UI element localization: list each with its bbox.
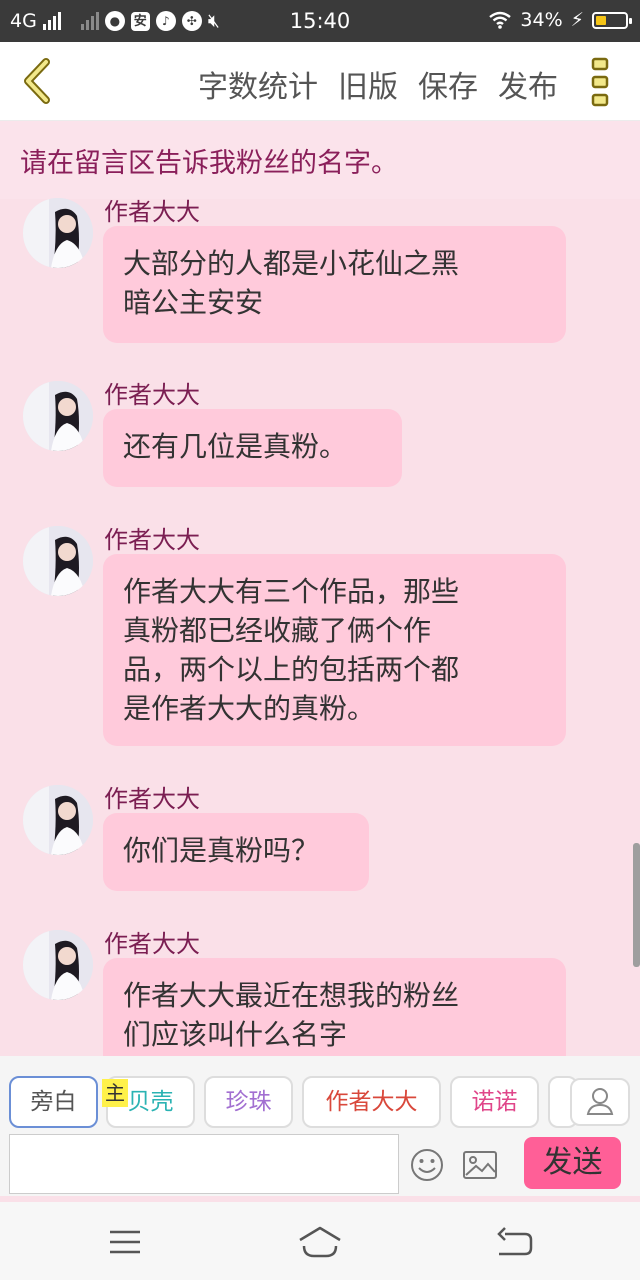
top-app-bar: 字数统计 旧版 保存 发布 (0, 42, 640, 121)
publish-button[interactable]: 发布 (498, 62, 558, 106)
send-button[interactable]: 发送 (524, 1137, 621, 1189)
old-version-button[interactable]: 旧版 (338, 62, 398, 106)
battery-icon (592, 11, 632, 29)
message-bubble[interactable]: 作者大大最近在想我的粉丝 们应该叫什么名字 (103, 958, 566, 1056)
wifi-icon (489, 11, 512, 29)
avatar-image (23, 526, 93, 596)
avatar-image (23, 930, 93, 1000)
system-nav-bar (0, 1202, 640, 1280)
message-bubble[interactable]: 你们是真粉吗？ (103, 813, 369, 891)
back-icon[interactable] (14, 56, 64, 106)
battery-level (596, 15, 606, 25)
avatar-image (23, 785, 93, 855)
scrollbar-thumb[interactable] (633, 843, 640, 967)
message-text: 是作者大大的真粉。 (123, 692, 376, 725)
avatar[interactable] (23, 785, 93, 855)
image-icon[interactable] (462, 1149, 498, 1181)
person-icon (586, 1088, 614, 1115)
more-menu-icon[interactable] (586, 56, 618, 108)
speaker-name: 作者大大 (104, 381, 200, 409)
back-nav-icon[interactable] (491, 1224, 539, 1260)
speaker-name: 作者大大 (104, 930, 200, 958)
message-text: 大部分的人都是小花仙之黑 (123, 247, 460, 280)
message-text: 作者大大最近在想我的粉丝 (123, 979, 460, 1012)
avatar-image (23, 198, 93, 268)
avatar[interactable] (23, 198, 93, 268)
message-bubble[interactable]: 大部分的人都是小花仙之黑 暗公主安安 (103, 226, 566, 343)
character-chip-nuonuo[interactable]: 诺诺 (450, 1076, 539, 1128)
message-text: 们应该叫什么名字 (123, 1018, 348, 1051)
message-text: 暗公主安安 (123, 286, 264, 319)
emoji-icon[interactable] (410, 1148, 444, 1182)
message-bubble[interactable]: 还有几位是真粉。 (103, 409, 402, 487)
charging-icon: ⚡︎ (570, 9, 584, 31)
home-icon[interactable] (296, 1224, 344, 1260)
word-count-button[interactable]: 字数统计 (198, 62, 318, 106)
character-chip-zhenzhu[interactable]: 珍珠 (204, 1076, 293, 1128)
save-button[interactable]: 保存 (418, 62, 478, 106)
speaker-name: 作者大大 (104, 198, 200, 226)
message-bubble[interactable]: 作者大大有三个作品，那些 真粉都已经收藏了俩个作 品，两个以上的包括两个都 是作… (103, 554, 566, 746)
character-selector: 旁白 贝壳 珍珠 作者大大 诺诺 (0, 1076, 640, 1132)
add-character-button[interactable] (570, 1078, 630, 1126)
status-right: 34% ⚡︎ (488, 9, 632, 31)
avatar[interactable] (23, 930, 93, 1000)
message-text: 作者大大有三个作品，那些 (123, 575, 460, 608)
main-character-tag: 主 (102, 1079, 128, 1107)
avatar[interactable] (23, 381, 93, 451)
speaker-name: 作者大大 (104, 526, 200, 554)
character-chip-narrator[interactable]: 旁白 (9, 1076, 98, 1128)
notice-banner: 请在留言区告诉我粉丝的名字。 (0, 121, 640, 199)
battery-percent: 34% (520, 9, 563, 31)
menu-icon[interactable] (101, 1224, 149, 1260)
message-text: 还有几位是真粉。 (123, 430, 348, 463)
chat-content[interactable]: 请在留言区告诉我粉丝的名字。 作者大大 大部分的人都是小花仙之黑 暗公主安安 作… (0, 121, 640, 1056)
avatar[interactable] (23, 526, 93, 596)
composer-panel: 旁白 贝壳 珍珠 作者大大 诺诺 主 发送 (0, 1056, 640, 1202)
message-input[interactable] (9, 1134, 399, 1194)
message-text: 真粉都已经收藏了俩个作 (123, 614, 432, 647)
character-chip-author[interactable]: 作者大大 (302, 1076, 441, 1128)
speaker-name: 作者大大 (104, 785, 200, 813)
app-bar-actions: 字数统计 旧版 保存 发布 (198, 62, 558, 106)
message-text: 你们是真粉吗？ (123, 834, 320, 867)
status-bar: 4G ● 安 ♪ ✣ 🔇︎ 15:40 34% ⚡︎ (0, 0, 640, 42)
avatar-image (23, 381, 93, 451)
message-text: 品，两个以上的包括两个都 (123, 653, 460, 686)
